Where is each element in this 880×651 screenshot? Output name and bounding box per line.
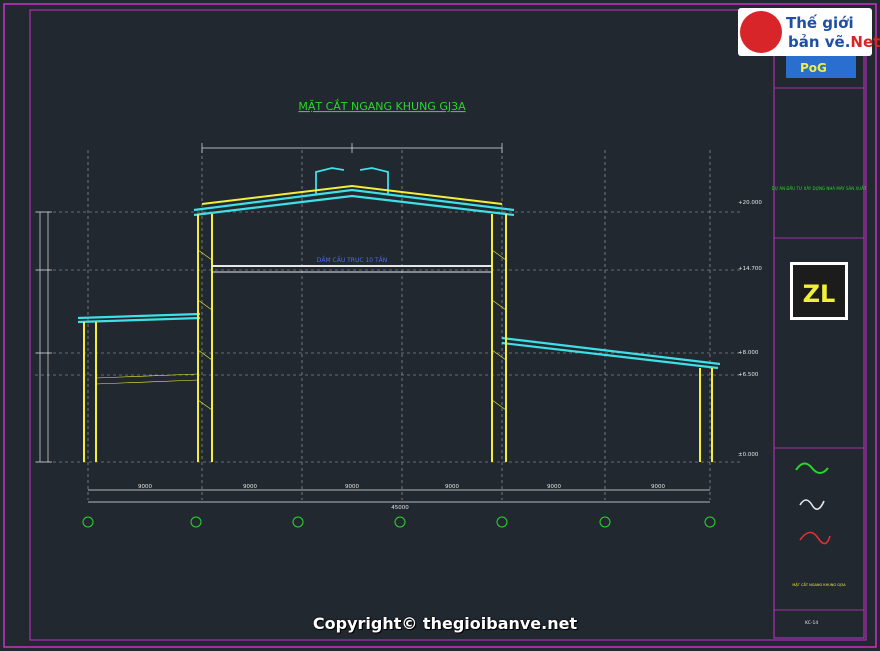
span-label: 9000 <box>138 484 152 490</box>
crane-label: DẦM CẦU TRỤC 10 TẤN <box>317 256 388 264</box>
total-span-label: 45000 <box>391 505 409 511</box>
elevation-markers: +20.000 +14.700 +8.000 +6.500 ±0.000 <box>738 200 762 458</box>
project-label: DỰ ÁN ĐẦU TƯ XÂY DỰNG NHÀ MÁY SẢN XUẤT <box>772 186 867 191</box>
crane-beam: DẦM CẦU TRỤC 10 TẤN <box>212 256 492 273</box>
span-label: 9000 <box>243 484 257 490</box>
span-label: 9000 <box>345 484 359 490</box>
title-block: PoG DỰ ÁN ĐẦU TƯ XÂY DỰNG NHÀ MÁY SẢN XU… <box>772 11 867 639</box>
house-icon <box>740 11 782 53</box>
drawing-title: MẶT CẮT NGANG KHUNG GJ3A <box>298 99 466 113</box>
portal-frame <box>83 184 713 462</box>
roof-structure <box>77 188 721 370</box>
site-logo: Thế giới bản vẽ.Net <box>738 8 880 56</box>
span-label: 9000 <box>445 484 459 490</box>
bottom-dimension <box>88 489 710 503</box>
top-dimension <box>201 143 503 153</box>
grid-bubbles <box>82 516 716 528</box>
site-name-line1: Thế giới <box>786 14 854 32</box>
svg-text:ZL: ZL <box>803 280 836 308</box>
cad-drawing-canvas: MẶT CẮT NGANG KHUNG GJ3A DẦM CẦU TRỤC 10… <box>3 3 877 648</box>
site-name-line2: bản vẽ.Net <box>788 33 880 51</box>
sheet-number: KC-14 <box>805 620 818 626</box>
elev-5: ±0.000 <box>738 452 759 458</box>
grid-lines <box>35 150 740 500</box>
frame-infill <box>95 249 507 411</box>
elev-1: +20.000 <box>738 200 762 206</box>
section-label: MẶT CẮT NGANG KHUNG GJ3A <box>792 582 846 587</box>
elev-4: +6.500 <box>738 372 759 378</box>
left-dimensions <box>36 211 52 463</box>
brand-mark: PoG <box>800 61 827 75</box>
copyright-watermark: Copyright© thegioibanve.net <box>312 614 578 633</box>
elev-3: +8.000 <box>738 350 759 356</box>
elev-2: +14.700 <box>738 266 762 272</box>
span-label: 9000 <box>651 484 665 490</box>
span-label: 9000 <box>547 484 561 490</box>
